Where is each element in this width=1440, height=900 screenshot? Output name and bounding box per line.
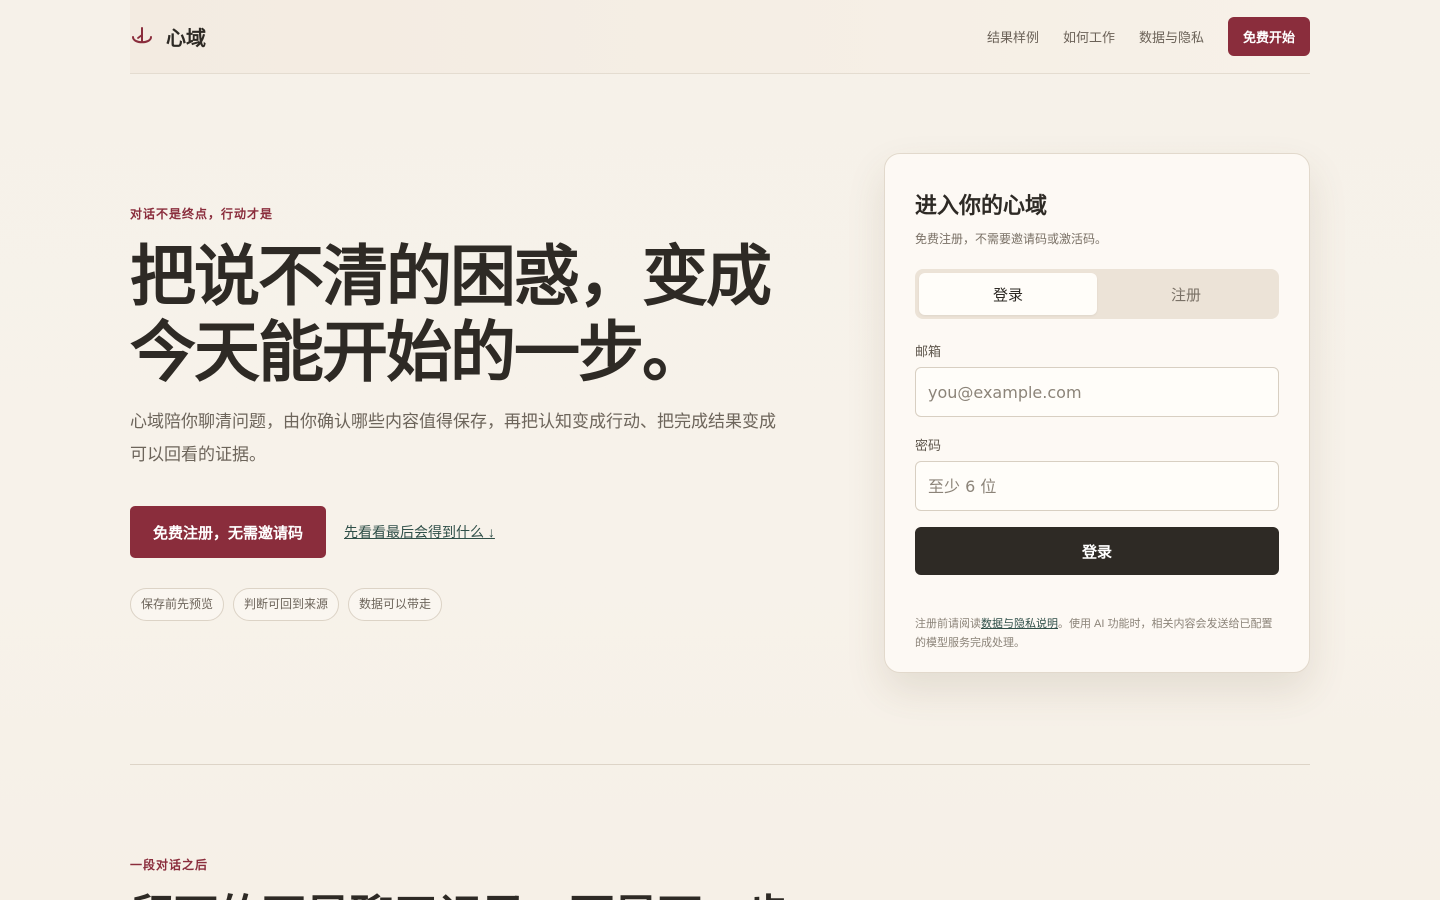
section-divider [130,764,1310,765]
section-title: 留下的不是聊天记录，而是下一步 [130,880,790,900]
hero-title-line-1: 把说不清的困惑，变成 [130,237,772,315]
hero-title: 把说不清的困惑，变成 今天能开始的一步。 [130,238,810,390]
tab-register[interactable]: 注册 [1097,273,1275,315]
hero-description: 心域陪你聊清问题，由你确认哪些内容值得保存，再把认知变成行动、把完成结果变成可以… [130,412,776,465]
brand[interactable]: 心域 [130,22,206,51]
start-free-button[interactable]: 免费开始 [1227,17,1310,56]
feature-chip: 判断可回到来源 [233,588,340,621]
email-label: 邮箱 [915,344,942,359]
hero-eyebrow: 对话不是终点，行动才是 [130,207,274,221]
hero-section: 对话不是终点，行动才是 把说不清的困惑，变成 今天能开始的一步。 心域陪你聊清问… [130,205,810,621]
main-nav: 结果样例 如何工作 数据与隐私 免费开始 [987,17,1310,56]
auth-card-title: 进入你的心域 [915,193,1048,219]
password-field[interactable] [915,461,1279,511]
register-free-button[interactable]: 免费注册，无需邀请码 [130,506,327,558]
auth-card: 进入你的心域 免费注册，不需要邀请码或激活码。 登录 注册 邮箱 密码 登录 注… [884,153,1310,673]
auth-tabs: 登录 注册 [915,269,1279,319]
feature-chip: 保存前先预览 [130,588,225,621]
privacy-note: 注册前请阅读数据与隐私说明。使用 AI 功能时，相关内容会发送给已配置的模型服务… [915,615,1279,653]
nav-link-how-it-works[interactable]: 如何工作 [1063,27,1115,46]
auth-card-subtitle: 免费注册，不需要邀请码或激活码。 [915,232,1108,246]
privacy-policy-link[interactable]: 数据与隐私说明 [981,618,1058,630]
hero-actions: 免费注册，无需邀请码 先看看最后会得到什么 ↓ [130,506,810,558]
hero-title-line-2: 今天能开始的一步。 [130,313,708,391]
tab-login[interactable]: 登录 [919,273,1097,315]
login-submit-button[interactable]: 登录 [915,527,1279,575]
password-label: 密码 [915,438,942,453]
section-eyebrow: 一段对话之后 [130,858,209,872]
top-navbar: 心域 结果样例 如何工作 数据与隐私 免费开始 [130,0,1310,74]
nav-link-privacy[interactable]: 数据与隐私 [1139,27,1204,46]
brand-name: 心域 [166,26,206,50]
email-field[interactable] [915,367,1279,417]
brand-logo-icon [132,26,152,43]
see-results-link[interactable]: 先看看最后会得到什么 ↓ [344,522,495,542]
feature-chip: 数据可以带走 [348,588,443,621]
privacy-note-prefix: 注册前请阅读 [915,618,981,630]
nav-link-examples[interactable]: 结果样例 [987,27,1039,46]
feature-chips: 保存前先预览 判断可回到来源 数据可以带走 [130,588,810,621]
